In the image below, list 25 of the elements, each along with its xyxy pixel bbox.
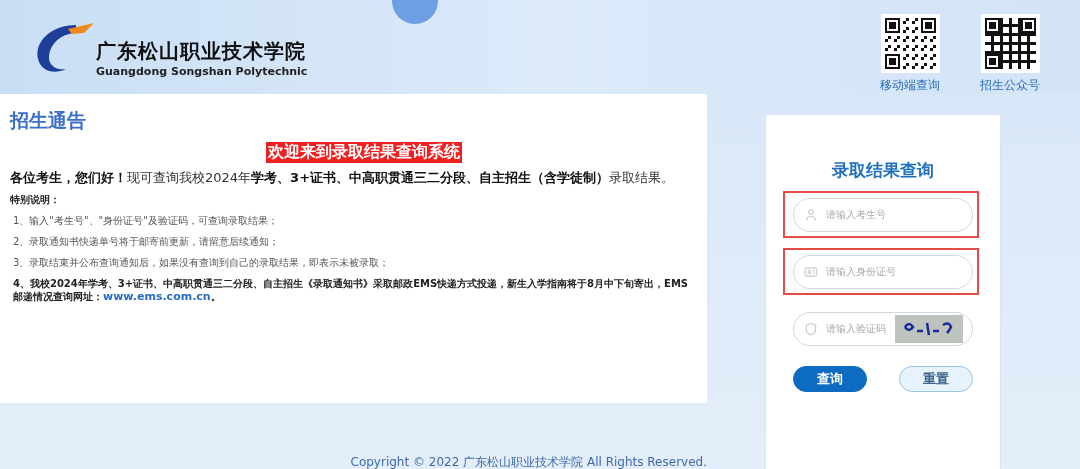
notice-item: 4、我校2024年学考、3+证书、中高职贯通三二分段、自主招生《录取通知书》采取邮政EMS快递方式投递，新生入学指南将于8月中下旬寄出，EMS邮递情况查询网址：www.ems.com.cn。 xyxy=(12,277,690,305)
user-icon xyxy=(804,207,818,222)
notice-item: 1、输入"考生号"、"身份证号"及验证码，可查询录取结果； xyxy=(12,214,279,228)
greeting-text: 各位考生，您们好！现可查询我校2024年学考、3+证书、中高职贯通三二分段、自主招生（含学徒制）录取结果。 xyxy=(10,169,676,187)
school-name: 广东松山职业技术学院 xyxy=(96,38,307,65)
welcome-banner: 欢迎来到录取结果查询系统 xyxy=(265,142,462,163)
id-card-icon xyxy=(804,264,818,279)
shield-icon xyxy=(804,321,818,336)
card-title: 录取结果查询 xyxy=(831,159,935,182)
school-name-english: Guangdong Songshan Polytechnic xyxy=(96,65,308,78)
notice-item: 2、录取通知书快递单号将于邮寄前更新，请留意后续通知； xyxy=(12,235,281,249)
query-button[interactable]: 查询 xyxy=(793,366,867,392)
ems-link[interactable]: www.ems.com.cn xyxy=(103,290,211,303)
qr-code-label[interactable]: 移动端查询 xyxy=(880,77,940,94)
note-title: 特别说明： xyxy=(10,193,61,207)
captcha-image[interactable] xyxy=(895,314,963,343)
input-field[interactable]: 请输入身份证号 xyxy=(793,254,973,289)
input-field[interactable]: 请输入考生号 xyxy=(793,197,973,232)
qr-code-label[interactable]: 招生公众号 xyxy=(980,77,1040,94)
qr-code xyxy=(980,14,1040,73)
notice-title: 招生通告 xyxy=(10,108,87,133)
notice-item: 3、录取结束并公布查询通知后，如果没有查询到自己的录取结果，即表示未被录取； xyxy=(12,256,391,270)
copyright-text: Copyright © 2022 广东松山职业技术学院 All Rights Reserved. xyxy=(350,454,707,469)
reset-button[interactable]: 重置 xyxy=(899,366,973,392)
qr-code xyxy=(880,14,940,73)
